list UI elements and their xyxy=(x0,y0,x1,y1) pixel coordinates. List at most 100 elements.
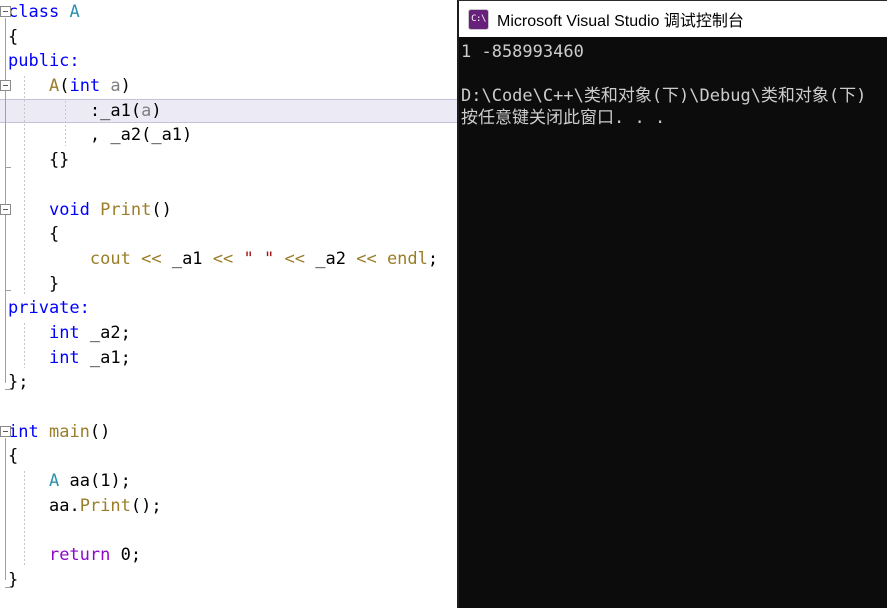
code-line[interactable]: {} xyxy=(0,148,457,173)
code-token: { xyxy=(8,446,19,467)
code-token: () xyxy=(151,199,172,220)
code-token: ; xyxy=(130,545,142,566)
indent-guide xyxy=(24,471,25,567)
code-token: ( xyxy=(89,471,101,492)
indent-guide xyxy=(64,100,66,147)
code-line[interactable] xyxy=(0,518,457,543)
code-line[interactable] xyxy=(0,395,457,420)
code-line[interactable]: int _a2; xyxy=(0,321,457,346)
code-token: . xyxy=(69,495,80,516)
code-line[interactable]: public: xyxy=(0,49,457,74)
code-token: _a2 xyxy=(110,125,142,146)
console-icon-glyph: C:\ xyxy=(471,13,486,24)
code-token: main xyxy=(48,421,90,442)
code-token: private xyxy=(8,298,80,319)
console-title: Microsoft Visual Studio 调试控制台 xyxy=(497,13,744,30)
code-token: _a2 xyxy=(315,248,346,269)
code-token: ; xyxy=(120,347,131,368)
code-line[interactable]: class A xyxy=(0,0,457,25)
code-token: 0 xyxy=(120,545,131,566)
code-line[interactable] xyxy=(0,173,457,198)
code-editor-pane[interactable]: class A{public: A(int a) :_a1(a) , _a2(_… xyxy=(0,0,457,608)
code-token: { xyxy=(8,26,19,47)
code-token: (); xyxy=(130,495,162,516)
code-token: ( xyxy=(141,125,152,146)
code-token: _a2 xyxy=(89,322,121,343)
code-line[interactable]: } xyxy=(0,272,457,297)
code-token: _a1 xyxy=(171,248,203,269)
code-line[interactable]: { xyxy=(0,222,457,247)
code-token: 1 xyxy=(100,471,111,492)
console-window[interactable]: C:\ Microsoft Visual Studio 调试控制台 1 -858… xyxy=(457,0,887,608)
code-token: ( xyxy=(130,100,142,121)
code-token: _a1 xyxy=(100,100,131,121)
code-token: } xyxy=(8,273,60,294)
code-token: int xyxy=(69,76,101,97)
code-token: ; xyxy=(427,248,439,269)
code-token: void xyxy=(48,199,90,220)
code-token: aa xyxy=(48,495,70,516)
code-token: int xyxy=(8,421,39,442)
code-token: _a1 xyxy=(151,125,183,146)
code-line[interactable]: aa.Print(); xyxy=(0,494,457,519)
code-token: A xyxy=(48,471,60,492)
code-line[interactable]: }; xyxy=(0,370,457,395)
code-token: ) xyxy=(151,100,162,121)
code-token: a xyxy=(141,100,152,121)
code-token: public xyxy=(8,51,70,72)
code-token: : xyxy=(69,51,80,72)
code-lines[interactable]: class A{public: A(int a) :_a1(a) , _a2(_… xyxy=(0,0,457,593)
indent-guide xyxy=(24,76,25,295)
code-token: ) xyxy=(120,76,131,97)
code-token: A xyxy=(48,76,60,97)
code-line[interactable]: private: xyxy=(0,296,457,321)
code-line[interactable]: { xyxy=(0,25,457,50)
code-token: a xyxy=(110,76,121,97)
code-line[interactable]: { xyxy=(0,444,457,469)
code-token: int xyxy=(48,322,80,343)
console-output[interactable]: 1 -858993460 D:\Code\C++\类和对象(下)\Debug\类和… xyxy=(459,37,887,608)
code-token: cout xyxy=(89,248,131,269)
code-token: : xyxy=(8,100,101,121)
code-line[interactable]: cout << _a1 << " " << _a2 << endl; xyxy=(0,247,457,272)
code-line[interactable]: void Print() xyxy=(0,198,457,223)
code-line[interactable]: :_a1(a) xyxy=(0,98,457,124)
code-token: A xyxy=(69,2,80,22)
code-token: << xyxy=(284,248,305,269)
code-token: return xyxy=(48,545,111,566)
code-token: } xyxy=(8,569,19,590)
code-line[interactable]: return 0; xyxy=(0,543,457,568)
code-token: ) xyxy=(182,125,193,146)
code-line[interactable]: int _a1; xyxy=(0,346,457,371)
code-line[interactable]: int main() xyxy=(0,420,457,445)
code-line[interactable]: , _a2(_a1) xyxy=(0,123,457,148)
code-token: _a1 xyxy=(89,347,121,368)
code-token: ( xyxy=(59,76,70,97)
console-titlebar[interactable]: C:\ Microsoft Visual Studio 调试控制台 xyxy=(459,1,887,37)
code-line[interactable]: A aa(1); xyxy=(0,469,457,494)
code-line[interactable]: A(int a) xyxy=(0,74,457,99)
code-token: ; xyxy=(120,322,131,343)
code-line[interactable]: } xyxy=(0,568,457,593)
code-token: : xyxy=(79,298,90,319)
